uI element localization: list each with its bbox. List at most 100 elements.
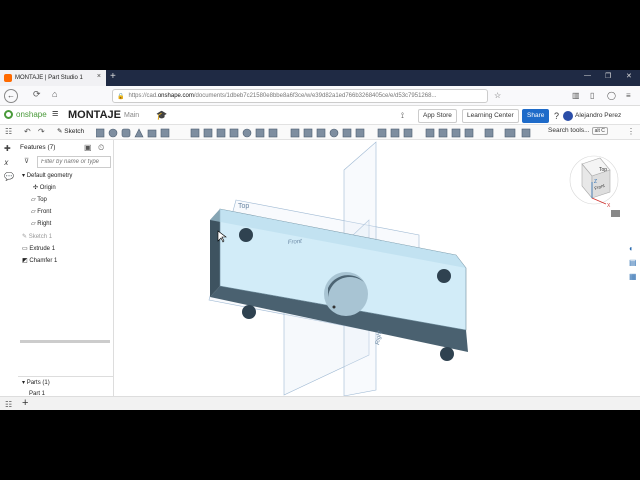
menu-icon[interactable]: ≡ <box>626 91 631 100</box>
tree-item-default-geometry[interactable]: ▾ Default geometry <box>22 172 72 179</box>
tree-item-extrude-1[interactable]: ▭ Extrude 1 <box>22 245 55 252</box>
origin-point[interactable] <box>332 305 336 309</box>
tree-item-front[interactable]: ▱ Front <box>31 208 51 215</box>
section-icon <box>438 128 448 138</box>
view-options-icon[interactable] <box>611 210 620 217</box>
extrude-icon <box>96 128 105 138</box>
onshape-logo[interactable]: onshape <box>4 110 47 119</box>
split-icon <box>303 128 313 138</box>
logo-text: onshape <box>16 110 47 119</box>
learning-center-button[interactable]: Learning Center <box>462 109 519 123</box>
onshape-header: onshape ≡ MONTAJE Main 🎓 ⟟ App Store Lea… <box>0 107 640 125</box>
tree-item-chamfer-1[interactable]: ◩ Chamfer 1 <box>22 257 57 264</box>
z-axis-label: Z <box>594 179 597 185</box>
profile-icon[interactable]: ◯ <box>607 91 616 100</box>
center-bore[interactable] <box>324 272 368 316</box>
url-bar[interactable]: 🔒 https://cad.onshape.com/documents/1dbe… <box>112 89 488 103</box>
versions-icon[interactable]: ⟟ <box>401 111 404 121</box>
view-cube[interactable]: Top Front X Z <box>569 155 619 209</box>
help-icon[interactable]: ? <box>554 111 559 121</box>
branch-label[interactable]: Main <box>124 112 139 119</box>
part-end-face[interactable] <box>210 209 220 297</box>
sheetmetal-icon <box>355 128 365 138</box>
panel-divider[interactable] <box>18 376 114 377</box>
parts-heading[interactable]: ▾ Parts (1) <box>22 379 50 386</box>
graphics-viewport[interactable]: Top Front Right Top Front X Z <box>114 140 626 397</box>
onshape-favicon-icon <box>4 74 12 82</box>
draft-icon <box>203 128 213 138</box>
tab-manager-icon[interactable]: ☷ <box>5 400 12 409</box>
mass-icon <box>464 128 474 138</box>
tree-item-right[interactable]: ▱ Right <box>31 220 51 227</box>
sketch-button[interactable]: ✎ Sketch <box>57 127 84 135</box>
lock-icon: 🔒 <box>117 93 125 100</box>
graduation-cap-icon[interactable]: 🎓 <box>156 110 167 121</box>
app-store-button[interactable]: App Store <box>418 109 457 123</box>
thicken-icon <box>147 129 157 138</box>
sidebar-icon[interactable]: ▯ <box>590 91 594 100</box>
filter-icon: ⊽ <box>24 158 30 165</box>
maximize-icon[interactable]: ❐ <box>605 72 611 80</box>
minimize-icon[interactable]: — <box>584 72 591 79</box>
history-icon[interactable]: ⏲ <box>98 143 104 153</box>
rib-icon <box>216 128 226 138</box>
hole-bottom-left[interactable] <box>242 305 256 319</box>
back-icon[interactable]: ← <box>4 89 18 103</box>
x-axis-label: X <box>607 203 611 209</box>
shell-icon <box>229 128 239 138</box>
tree-item-top[interactable]: ▱ Top <box>31 196 47 203</box>
toolbar-overflow-icon[interactable]: ⋮ <box>627 127 635 136</box>
tree-item-sketch-1[interactable]: ✎ Sketch 1 <box>22 233 52 240</box>
hole-top-right[interactable] <box>437 269 451 283</box>
feature-list-icon[interactable]: ✚ <box>4 144 11 153</box>
feature-panel: ✚ 𝑥 💬 Features (7) ▣ ⏲ ⊽ ▾ Default geome… <box>0 140 114 397</box>
new-tab-button[interactable]: + <box>110 71 116 82</box>
render-icon[interactable]: ▦ <box>629 272 637 281</box>
hole-top-left[interactable] <box>239 228 253 242</box>
settings-icon <box>521 128 531 138</box>
document-title[interactable]: MONTAJE <box>68 109 121 121</box>
units-icon <box>504 128 516 138</box>
loft-icon <box>134 128 144 138</box>
model-canvas[interactable]: Top Front Right Top Front X Z <box>114 140 626 397</box>
comments-icon[interactable]: 💬 <box>4 172 14 181</box>
list-icon[interactable]: ☷ <box>5 127 12 136</box>
boolean-icon <box>290 128 300 138</box>
home-icon[interactable]: ⌂ <box>52 89 57 99</box>
pattern-icon <box>255 128 265 138</box>
redo-icon[interactable]: ↷ <box>38 127 45 136</box>
avatar[interactable] <box>563 111 573 121</box>
curve-icon <box>390 128 400 138</box>
appearance-icon[interactable]: ◐ <box>629 244 634 253</box>
feature-tools-strip[interactable] <box>96 128 536 138</box>
right-panel-strip: ◐ ▤ ▦ <box>626 140 640 396</box>
fillet-icon <box>160 128 170 138</box>
sweep-icon <box>121 128 131 138</box>
left-icon-strip: ✚ 𝑥 💬 <box>0 140 18 396</box>
share-button[interactable]: Share <box>522 109 550 123</box>
close-window-icon[interactable]: ✕ <box>626 72 632 80</box>
variables-icon[interactable]: 𝑥 <box>4 158 8 168</box>
insert-tab-icon[interactable]: + <box>22 397 28 409</box>
search-tools[interactable]: Search tools... alt C <box>548 127 608 135</box>
plane-icon <box>329 128 339 138</box>
hole-bottom-right[interactable] <box>440 347 454 361</box>
feature-scrollbar[interactable] <box>20 340 110 343</box>
tab-close-icon[interactable]: × <box>97 73 101 80</box>
bookmark-star-icon[interactable]: ☆ <box>494 91 501 100</box>
surface-icon <box>377 128 387 138</box>
features-heading: Features (7) <box>20 144 56 151</box>
hamburger-menu-icon[interactable]: ≡ <box>52 108 58 120</box>
add-folder-icon[interactable]: ▣ <box>84 143 92 152</box>
browser-tab[interactable]: MONTAJE | Part Studio 1 × <box>0 70 106 86</box>
feature-toolbar: ☷ ↶ ↷ ✎ Sketch Search tools... alt C ⋮ <box>0 125 640 140</box>
library-icon[interactable]: ▥ <box>572 91 580 100</box>
tree-item-origin[interactable]: ✣ Origin <box>33 184 56 191</box>
user-name[interactable]: Alejandro Perez <box>575 112 621 119</box>
undo-icon[interactable]: ↶ <box>24 127 31 136</box>
mirror-icon <box>268 128 278 138</box>
hole-icon <box>242 128 252 138</box>
configurations-icon[interactable]: ▤ <box>629 258 637 267</box>
reload-icon[interactable]: ⟳ <box>33 89 41 100</box>
filter-input[interactable] <box>37 156 111 168</box>
